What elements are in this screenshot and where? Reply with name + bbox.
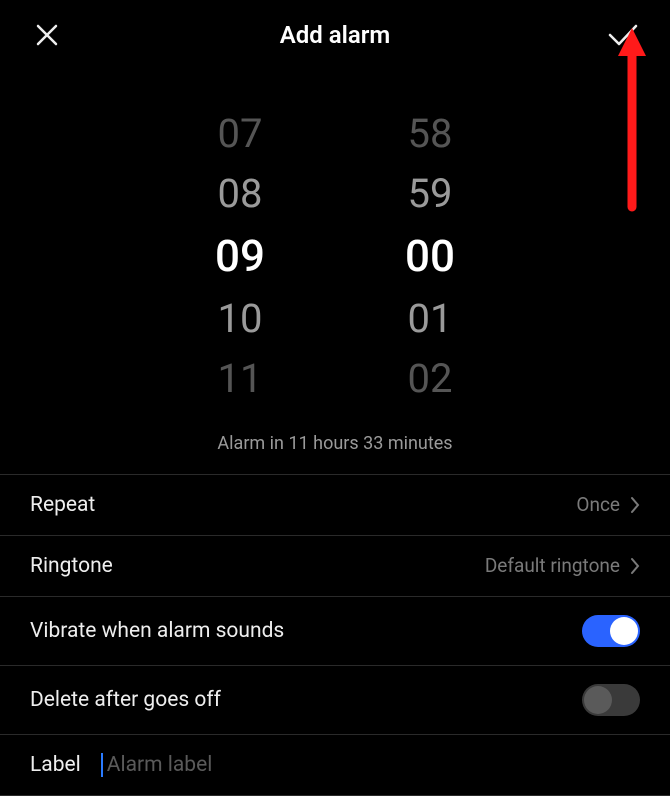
- delete-after-row: Delete after goes off: [0, 666, 670, 735]
- hour-option: 08: [218, 170, 263, 218]
- hour-option: 07: [218, 110, 263, 158]
- repeat-label: Repeat: [30, 493, 95, 517]
- checkmark-icon: [607, 22, 639, 48]
- repeat-value: Once: [576, 493, 620, 516]
- delete-after-toggle[interactable]: [582, 684, 640, 716]
- minute-option: 01: [408, 295, 453, 343]
- vibrate-toggle[interactable]: [582, 615, 640, 647]
- ringtone-label: Ringtone: [30, 554, 113, 578]
- confirm-button[interactable]: [606, 18, 640, 52]
- hour-option: 10: [218, 295, 263, 343]
- delete-after-label: Delete after goes off: [30, 688, 221, 712]
- close-icon: [34, 22, 60, 48]
- chevron-right-icon: [630, 557, 640, 575]
- hour-wheel[interactable]: 07 08 09 10 11: [215, 110, 265, 403]
- page-title: Add alarm: [64, 21, 606, 49]
- ringtone-row[interactable]: Ringtone Default ringtone: [0, 536, 670, 597]
- label-row: Label Alarm label: [0, 735, 670, 796]
- vibrate-row: Vibrate when alarm sounds: [0, 597, 670, 666]
- hour-option: 11: [218, 355, 263, 403]
- alarm-countdown: Alarm in 11 hours 33 minutes: [0, 433, 670, 454]
- hour-option-selected: 09: [215, 230, 265, 283]
- minute-option: 58: [408, 110, 453, 158]
- minute-option: 02: [408, 355, 453, 403]
- minute-wheel[interactable]: 58 59 00 01 02: [405, 110, 455, 403]
- minute-option-selected: 00: [405, 230, 455, 283]
- minute-option: 59: [408, 170, 453, 218]
- ringtone-value: Default ringtone: [485, 554, 620, 577]
- vibrate-label: Vibrate when alarm sounds: [30, 619, 284, 643]
- close-button[interactable]: [30, 18, 64, 52]
- chevron-right-icon: [630, 496, 640, 514]
- repeat-row[interactable]: Repeat Once: [0, 475, 670, 536]
